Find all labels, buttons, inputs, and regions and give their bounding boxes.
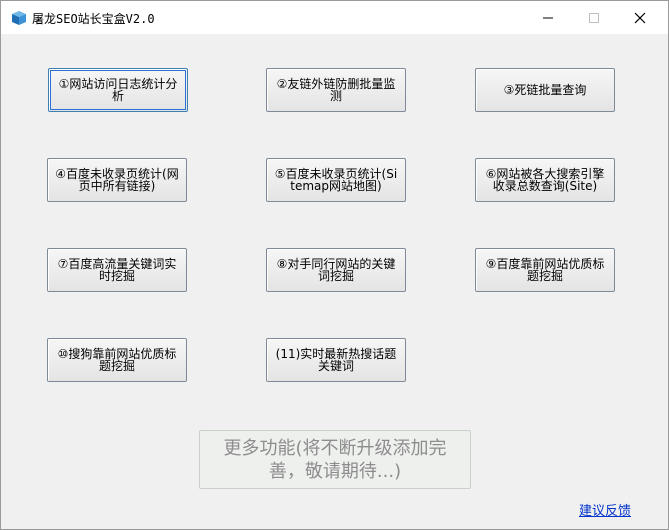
button-label: (11)实时最新热搜话题关键词 (275, 347, 397, 373)
log-analysis-button[interactable]: ①网站访问日志统计分析 (48, 68, 188, 112)
minimize-icon (543, 17, 553, 18)
feedback-link[interactable]: 建议反馈 (579, 500, 631, 519)
button-label: ②友链外链防删批量监测 (276, 77, 396, 103)
button-label: ⑤百度未收录页统计(Sitemap网站地图) (274, 167, 398, 193)
app-icon (12, 11, 26, 25)
maximize-icon (589, 12, 599, 23)
hot-topic-keyword-button[interactable]: (11)实时最新热搜话题关键词 (266, 338, 406, 382)
minimize-button[interactable] (525, 1, 571, 34)
button-label: ⑥网站被各大搜索引擎收录总数查询(Site) (485, 167, 605, 193)
button-label: ①网站访问日志统计分析 (58, 77, 178, 103)
sogou-title-mining-button[interactable]: ⑩搜狗靠前网站优质标题挖掘 (47, 338, 187, 382)
title-bar[interactable]: 屠龙SEO站长宝盒V2.0 (1, 1, 668, 34)
maximize-button[interactable] (571, 1, 617, 34)
competitor-keyword-button[interactable]: ⑧对手同行网站的关键词挖掘 (266, 248, 406, 292)
close-button[interactable] (617, 1, 663, 34)
unindexed-links-button[interactable]: ④百度未收录页统计(网页中所有链接) (47, 158, 187, 202)
dead-link-check-button[interactable]: ③死链批量查询 (475, 68, 615, 112)
more-features-button: 更多功能(将不断升级添加完善，敬请期待...) (199, 430, 471, 489)
button-label: ⑩搜狗靠前网站优质标题挖掘 (57, 347, 177, 373)
close-icon (634, 12, 646, 23)
window-title: 屠龙SEO站长宝盒V2.0 (32, 12, 155, 26)
more-features-label: 更多功能(将不断升级添加完善，敬请期待...) (223, 437, 447, 482)
button-label: ⑦百度高流量关键词实时挖掘 (57, 257, 177, 283)
button-label: ③死链批量查询 (503, 83, 587, 97)
button-label: ④百度未收录页统计(网页中所有链接) (55, 167, 179, 193)
keyword-mining-button[interactable]: ⑦百度高流量关键词实时挖掘 (47, 248, 187, 292)
button-label: ⑨百度靠前网站优质标题挖掘 (485, 257, 605, 283)
baidu-title-mining-button[interactable]: ⑨百度靠前网站优质标题挖掘 (475, 248, 615, 292)
unindexed-sitemap-button[interactable]: ⑤百度未收录页统计(Sitemap网站地图) (266, 158, 406, 202)
friend-link-monitor-button[interactable]: ②友链外链防删批量监测 (266, 68, 406, 112)
button-label: ⑧对手同行网站的关键词挖掘 (276, 257, 396, 283)
index-count-button[interactable]: ⑥网站被各大搜索引擎收录总数查询(Site) (475, 158, 615, 202)
